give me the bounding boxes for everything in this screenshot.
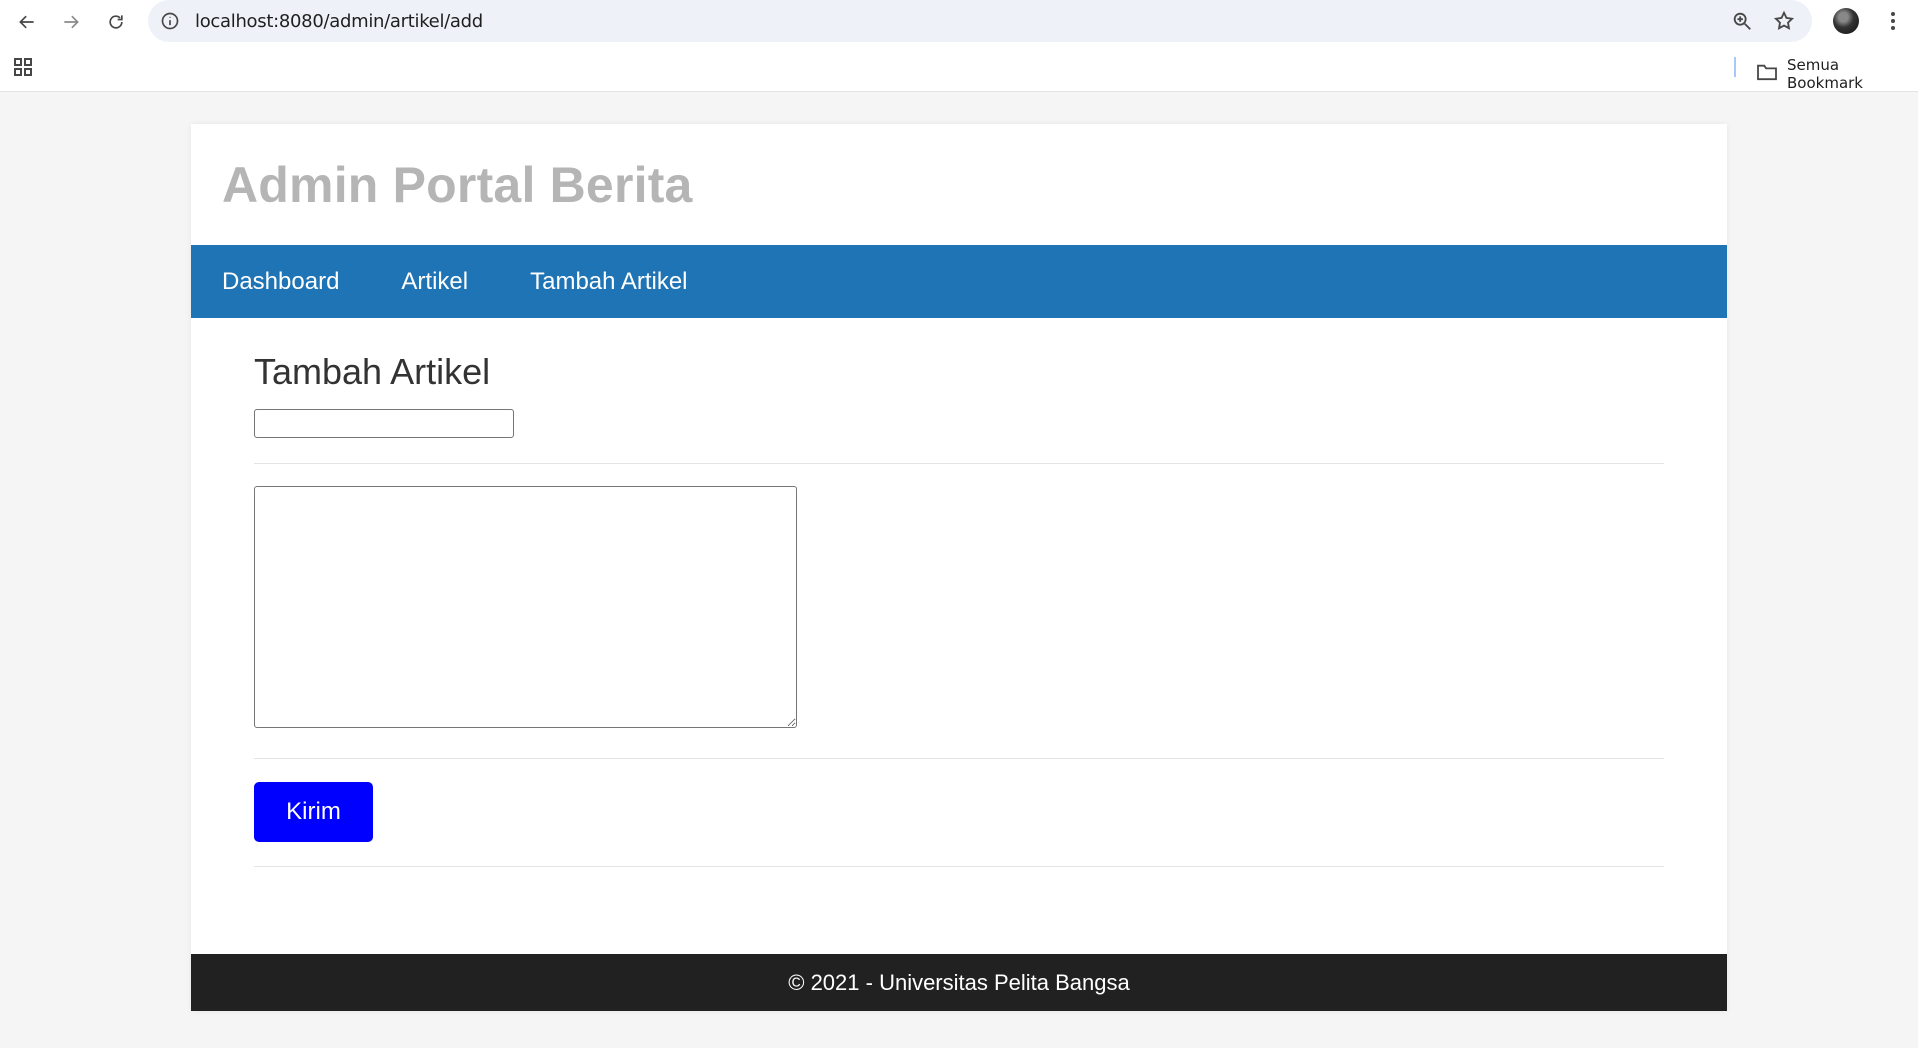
- bookmark-star-icon[interactable]: [1773, 10, 1795, 32]
- main-nav: Dashboard Artikel Tambah Artikel: [191, 245, 1727, 318]
- address-bar[interactable]: localhost:8080/admin/artikel/add: [148, 0, 1812, 42]
- nav-link-artikel[interactable]: Artikel: [401, 268, 468, 296]
- bookmark-separator: [1734, 57, 1736, 77]
- divider: [254, 758, 1664, 759]
- back-icon[interactable]: [11, 6, 43, 38]
- folder-icon: [1756, 63, 1778, 85]
- reload-icon[interactable]: [100, 6, 132, 38]
- site-footer: © 2021 - Universitas Pelita Bangsa: [191, 954, 1727, 1011]
- menu-kebab-icon[interactable]: [1881, 9, 1905, 33]
- form-section: Tambah Artikel Kirim: [191, 318, 1727, 867]
- divider: [254, 866, 1664, 867]
- page-title: Tambah Artikel: [254, 351, 491, 392]
- page-container: Admin Portal Berita Dashboard Artikel Ta…: [191, 124, 1727, 1011]
- url-text[interactable]: localhost:8080/admin/artikel/add: [195, 11, 483, 32]
- site-title: Admin Portal Berita: [222, 157, 693, 213]
- nav-link-dashboard[interactable]: Dashboard: [222, 268, 339, 296]
- apps-grid-icon[interactable]: [13, 57, 33, 82]
- browser-chrome: localhost:8080/admin/artikel/add Semua B…: [0, 0, 1918, 92]
- all-bookmarks-button[interactable]: Semua Bookmark: [1756, 56, 1918, 92]
- site-info-icon[interactable]: [160, 11, 180, 31]
- zoom-icon[interactable]: [1731, 10, 1753, 32]
- browser-toolbar: localhost:8080/admin/artikel/add: [0, 0, 1918, 42]
- profile-avatar[interactable]: [1833, 8, 1859, 34]
- article-title-input[interactable]: [254, 409, 514, 438]
- forward-icon[interactable]: [55, 6, 87, 38]
- footer-copyright: © 2021 - Universitas Pelita Bangsa: [788, 969, 1130, 995]
- submit-button[interactable]: Kirim: [254, 782, 373, 842]
- nav-link-tambah-artikel[interactable]: Tambah Artikel: [530, 268, 687, 296]
- article-body-textarea[interactable]: [254, 486, 797, 728]
- divider: [254, 463, 1664, 464]
- site-header: Admin Portal Berita: [191, 124, 1727, 245]
- all-bookmarks-label: Semua Bookmark: [1787, 56, 1863, 92]
